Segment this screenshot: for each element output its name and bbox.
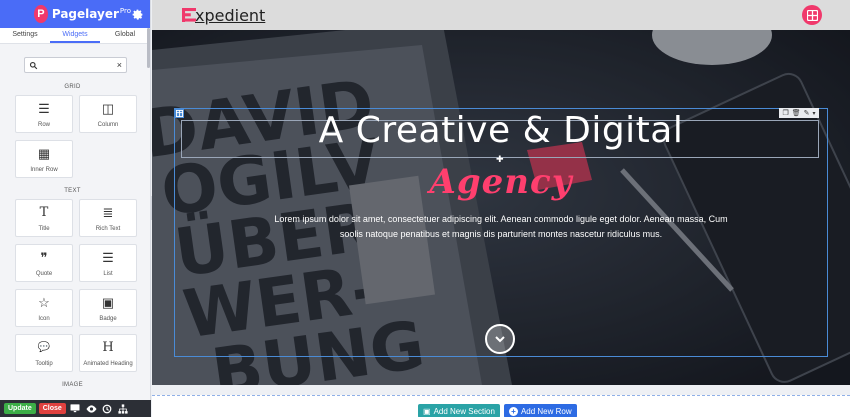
tab-settings[interactable]: Settings: [0, 28, 50, 43]
add-content-area: ▣ Add New Section + Add New Row: [152, 395, 850, 417]
heading-icon: H: [102, 339, 114, 355]
site-header: xpedient: [152, 0, 850, 30]
tab-widgets[interactable]: Widgets: [50, 28, 100, 43]
tab-global[interactable]: Global: [100, 28, 150, 43]
search-icon: [29, 61, 38, 69]
sidebar-footer: Update Close: [0, 400, 151, 417]
widget-icon[interactable]: ☆ Icon: [15, 289, 73, 327]
navigator-tree-icon[interactable]: [117, 403, 130, 415]
widget-row[interactable]: ☰ Row: [15, 95, 73, 133]
list-icon: ☰: [102, 249, 114, 265]
widget-title[interactable]: T Title: [15, 199, 73, 237]
badge-icon: ▣: [101, 294, 115, 310]
pagelayer-logo-icon: P: [34, 5, 48, 23]
inner-row-icon: ▦: [37, 145, 51, 161]
close-button[interactable]: Close: [38, 403, 66, 414]
row-icon: ☰: [38, 100, 50, 116]
site-brand-text: xpedient: [195, 5, 266, 25]
sidebar-header: P PagelayerPro: [0, 0, 150, 28]
section-plus-icon: ▣: [423, 406, 431, 416]
widget-tooltip[interactable]: 💬 Tooltip: [15, 334, 73, 372]
star-icon: ☆: [38, 294, 50, 310]
plus-circle-icon: +: [508, 406, 518, 416]
widget-search: ×: [24, 57, 127, 73]
sidebar-scrollbar[interactable]: [147, 28, 150, 68]
preview-eye-icon[interactable]: [85, 403, 98, 415]
quote-icon: ❞: [40, 249, 48, 265]
site-logo[interactable]: xpedient: [182, 6, 265, 25]
hero-title[interactable]: A Creative & Digital: [152, 110, 850, 151]
widget-inner-row[interactable]: ▦ Inner Row: [15, 140, 73, 178]
widget-column[interactable]: ◫ Column: [79, 95, 137, 133]
widget-quote[interactable]: ❞ Quote: [15, 244, 73, 282]
menu-grid-button[interactable]: [802, 5, 822, 25]
column-icon: ◫: [101, 100, 115, 116]
chevron-down-icon: [495, 336, 505, 343]
section-title-text: TEXT: [64, 188, 81, 194]
hero-description[interactable]: Lorem ipsum dolor sit amet, consectetuer…: [262, 212, 740, 242]
add-new-section-button[interactable]: ▣ Add New Section: [418, 404, 500, 417]
widget-list[interactable]: ☰ List: [79, 244, 137, 282]
rich-text-icon: ≣: [102, 204, 114, 220]
settings-gear-icon[interactable]: [131, 6, 144, 22]
hero-section[interactable]: DAVID OGILV ÜBER- WER- BUNG ❐ 🗑 ✎ ▾ A Cr…: [152, 30, 850, 385]
widget-badge[interactable]: ▣ Badge: [79, 289, 137, 327]
section-title-image: IMAGE: [62, 382, 83, 388]
grid-menu-icon: [806, 9, 818, 21]
widget-list: GRID ☰ Row ◫ Column ▦ Inner Row TEXT T Title…: [0, 78, 145, 400]
title-icon: T: [39, 204, 49, 220]
tooltip-icon: 💬: [37, 341, 51, 353]
search-input[interactable]: [41, 61, 117, 69]
add-new-row-button[interactable]: + Add New Row: [503, 404, 577, 417]
scroll-down-button[interactable]: [485, 324, 515, 354]
history-icon[interactable]: [101, 403, 114, 415]
editor-sidebar: P PagelayerPro Settings Widgets Global ×…: [0, 0, 151, 417]
desktop-view-icon[interactable]: [69, 403, 82, 415]
widget-animated-heading[interactable]: H Animated Heading: [79, 334, 137, 372]
expedient-logo-icon: [182, 8, 196, 22]
clear-search-icon[interactable]: ×: [117, 60, 122, 70]
sidebar-tabs: Settings Widgets Global: [0, 28, 150, 44]
update-button[interactable]: Update: [4, 403, 36, 414]
widget-rich-text[interactable]: ≣ Rich Text: [79, 199, 137, 237]
section-title-grid: GRID: [64, 84, 81, 90]
sidebar-brand: PagelayerPro: [51, 7, 131, 21]
hero-subtitle[interactable]: Agency: [152, 162, 850, 202]
